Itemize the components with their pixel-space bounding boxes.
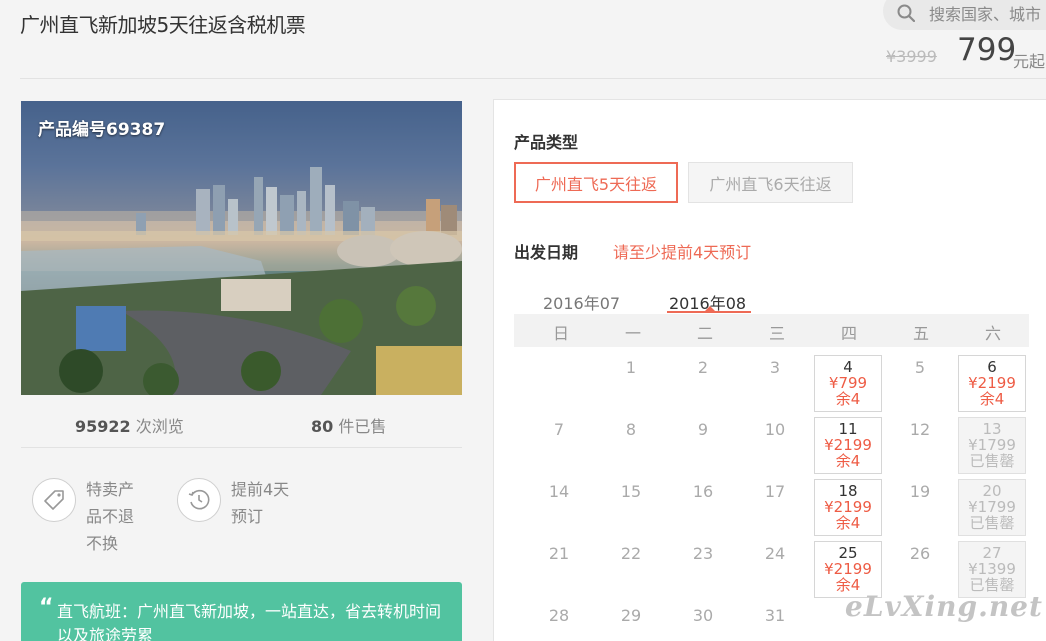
day-price: ¥1399 (968, 560, 1016, 578)
calendar-day-available[interactable]: 18 ¥2199 余4 (814, 479, 882, 536)
day-price: ¥1799 (968, 436, 1016, 454)
day-price: ¥2199 (968, 374, 1016, 392)
weekday-label: 五 (912, 324, 929, 343)
calendar-day: 8 (625, 420, 637, 439)
calendar-day: 14 (548, 482, 570, 501)
calendar-day: 5 (914, 358, 926, 377)
singapore-skyline-image (21, 101, 462, 395)
feature-text: 提前4天预订 (231, 480, 290, 526)
views-count: 95922 (75, 417, 131, 436)
calendar-day: 21 (548, 544, 570, 563)
option-6-day-roundtrip[interactable]: 广州直飞6天往返 (688, 162, 853, 203)
calendar-day: 17 (764, 482, 786, 501)
search-icon (897, 4, 915, 22)
calendar-day: 10 (764, 420, 786, 439)
weekday-label: 三 (768, 324, 785, 343)
day-price: ¥2199 (824, 498, 872, 516)
feature-text: 特卖产品不退不换 (86, 480, 135, 553)
day-stock: 余4 (835, 514, 861, 532)
day-stock: 余4 (979, 390, 1005, 408)
tag-icon (32, 478, 76, 522)
day-number: 20 (982, 482, 1002, 500)
month-tab-july[interactable]: 2016年07 (543, 290, 620, 314)
page-title: 广州直飞新加坡5天往返含税机票 (20, 13, 306, 37)
search-placeholder: 搜索国家、城市 (929, 5, 1042, 24)
calendar-day: 28 (548, 606, 570, 625)
day-price: ¥2199 (824, 560, 872, 578)
product-type-label: 产品类型 (514, 133, 579, 152)
departure-date-label: 出发日期 (514, 243, 579, 262)
calendar-day: 2 (697, 358, 709, 377)
calendar-day: 29 (620, 606, 642, 625)
views-stat: 95922 次浏览 (75, 413, 184, 437)
calendar-day: 3 (769, 358, 781, 377)
calendar-day-soldout: 13 ¥1799 已售罄 (958, 417, 1026, 474)
day-number: 18 (838, 482, 858, 500)
calendar-day: 24 (764, 544, 786, 563)
sold-label: 件已售 (338, 417, 387, 436)
divider (21, 447, 462, 448)
original-price: ¥3999 (886, 47, 937, 66)
calendar-day: 23 (692, 544, 714, 563)
weekday-label: 六 (984, 324, 1001, 343)
calendar-day-soldout: 20 ¥1799 已售罄 (958, 479, 1026, 536)
weekday-label: 日 (552, 324, 569, 343)
calendar-day: 9 (697, 420, 709, 439)
calendar-day: 22 (620, 544, 642, 563)
day-number: 27 (982, 544, 1002, 562)
quote-icon: “ (39, 595, 54, 620)
weekday-label: 四 (840, 324, 857, 343)
calendar-day: 7 (553, 420, 565, 439)
day-number: 4 (843, 358, 853, 376)
product-photo: 产品编号69387 (21, 101, 462, 395)
calendar-day: 30 (692, 606, 714, 625)
day-stock: 已售罄 (969, 452, 1015, 470)
day-stock: 余4 (835, 390, 861, 408)
day-number: 11 (838, 420, 858, 438)
option-5-day-roundtrip[interactable]: 广州直飞5天往返 (514, 162, 678, 203)
sold-count: 80 (311, 417, 334, 436)
day-price: ¥799 (828, 374, 868, 392)
sale-price: 799 (957, 32, 1017, 68)
booking-hint: 请至少提前4天预订 (613, 243, 752, 262)
day-stock: 余4 (835, 452, 861, 470)
day-price: ¥2199 (824, 436, 872, 454)
calendar-day: 15 (620, 482, 642, 501)
day-number: 13 (982, 420, 1002, 438)
day-stock: 已售罄 (969, 514, 1015, 532)
calendar-day: 1 (625, 358, 637, 377)
direct-flight-banner: “ 直飞航班：广州直飞新加坡，一站直达，省去转机时间以及旅途劳累 (21, 582, 462, 641)
calendar-day: 26 (909, 544, 931, 563)
views-label: 次浏览 (135, 417, 184, 436)
weekday-label: 二 (696, 324, 713, 343)
calendar-day: 12 (909, 420, 931, 439)
calendar-day-available[interactable]: 4 ¥799 余4 (814, 355, 882, 412)
calendar-day-available[interactable]: 6 ¥2199 余4 (958, 355, 1026, 412)
sold-stat: 80 件已售 (311, 413, 386, 437)
search-box[interactable]: 搜索国家、城市 (883, 0, 1046, 30)
selected-month-caret (705, 306, 715, 311)
divider (20, 78, 1046, 79)
calendar-day: 19 (909, 482, 931, 501)
selected-month-indicator (667, 311, 751, 313)
banner-text: 直飞航班：广州直飞新加坡，一站直达，省去转机时间以及旅途劳累 (57, 602, 442, 641)
day-price: ¥1799 (968, 498, 1016, 516)
watermark: eLvXing.net (845, 590, 1043, 623)
day-number: 25 (838, 544, 858, 562)
product-code: 产品编号69387 (38, 120, 166, 140)
calendar-day: 31 (764, 606, 786, 625)
weekday-label: 一 (624, 324, 641, 343)
day-number: 6 (987, 358, 997, 376)
calendar-day: 16 (692, 482, 714, 501)
clock-icon (177, 478, 221, 522)
calendar-day-available[interactable]: 11 ¥2199 余4 (814, 417, 882, 474)
price-unit: 元起 (1013, 52, 1046, 71)
